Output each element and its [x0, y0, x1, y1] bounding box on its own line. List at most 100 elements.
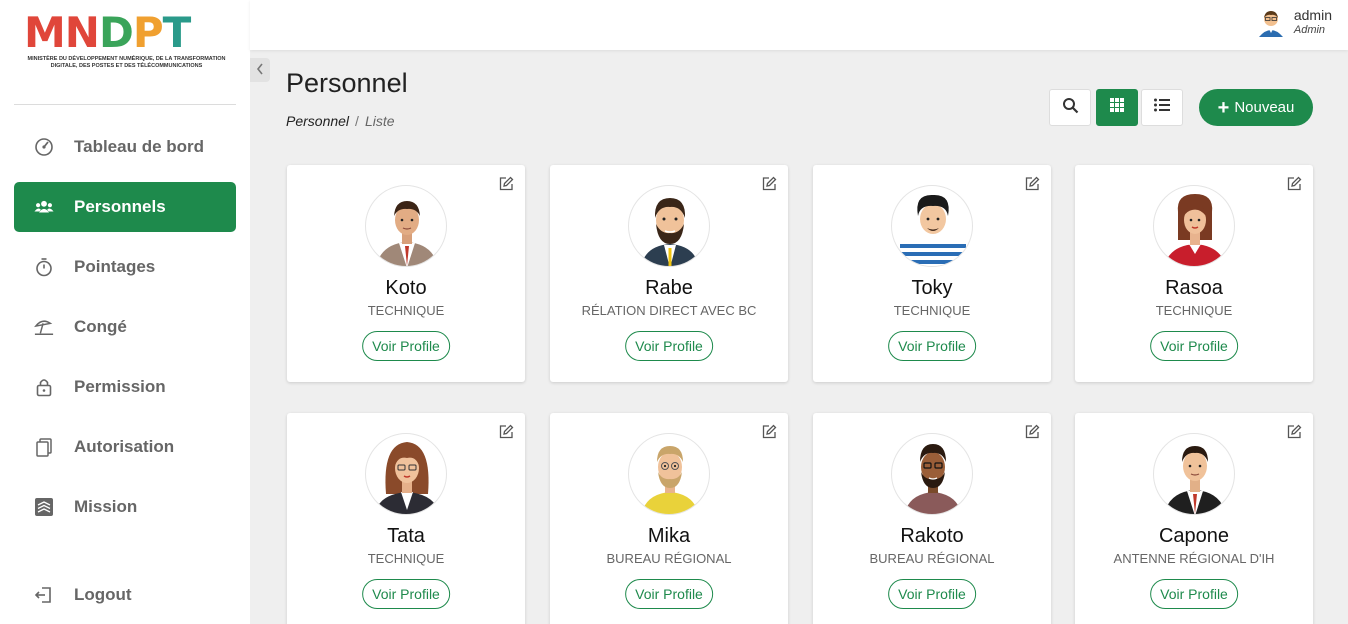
logout-section: Logout: [14, 570, 236, 624]
personnel-card: Rasoa TECHNIQUE Voir Profile: [1075, 165, 1313, 382]
logo-wordmark: MNDPT: [24, 8, 191, 57]
chevron-left-icon: [256, 63, 264, 78]
top-bar: admin Admin: [250, 0, 1348, 50]
page-title: Personnel: [286, 68, 408, 98]
breadcrumb: Personnel / Liste: [286, 113, 395, 129]
user-role: Admin: [1293, 24, 1326, 36]
sidebar-item-tableau-de-bord[interactable]: Tableau de bord: [14, 122, 236, 172]
users-icon: [34, 197, 54, 217]
sidebar-item-label: Personnels: [74, 197, 166, 216]
sidebar-item-label: Autorisation: [74, 437, 175, 456]
woman-red-avatar: [1153, 185, 1235, 267]
new-personnel-button[interactable]: + Nouveau: [1199, 89, 1313, 126]
view-profile-button[interactable]: Voir Profile: [625, 579, 713, 609]
man-suit-avatar: [365, 185, 447, 267]
personnel-card: Tata TECHNIQUE Voir Profile: [287, 413, 525, 624]
edit-icon[interactable]: [498, 176, 514, 192]
view-profile-button[interactable]: Voir Profile: [362, 331, 450, 361]
breadcrumb-current: Liste: [364, 113, 395, 129]
edit-icon[interactable]: [761, 176, 777, 192]
view-profile-button[interactable]: Voir Profile: [362, 579, 450, 609]
edit-icon[interactable]: [1024, 176, 1040, 192]
search-button[interactable]: [1049, 89, 1091, 126]
card-role: TECHNIQUE: [893, 303, 971, 318]
view-profile-button[interactable]: Voir Profile: [888, 579, 976, 609]
sidebar-divider: [14, 104, 236, 105]
sidebar-item-pointages[interactable]: Pointages: [14, 242, 236, 292]
sidebar-item-label: Congé: [74, 317, 127, 336]
edit-icon[interactable]: [761, 424, 777, 440]
card-role: TECHNIQUE: [367, 551, 445, 566]
beach-umbrella-icon: [34, 317, 54, 337]
sidebar-item-conge[interactable]: Congé: [14, 302, 236, 352]
dashboard-icon: [34, 137, 54, 157]
man-yellow-avatar: [628, 433, 710, 515]
sidebar-item-autorisation[interactable]: Autorisation: [14, 422, 236, 472]
user-avatar: [1256, 7, 1286, 37]
card-role: RÉLATION DIRECT AVEC BC: [581, 303, 757, 318]
plus-icon: +: [1217, 96, 1230, 119]
personnel-card: Toky TECHNIQUE Voir Profile: [813, 165, 1051, 382]
card-name: Koto: [385, 277, 427, 299]
card-role: TECHNIQUE: [1155, 303, 1233, 318]
search-icon: [1062, 97, 1079, 119]
card-name: Rasoa: [1165, 277, 1223, 299]
sidebar-nav: Tableau de bord Personnels Pointages Con…: [14, 122, 236, 542]
personnel-card: Koto TECHNIQUE Voir Profile: [287, 165, 525, 382]
stack-icon: [34, 497, 54, 517]
card-role: BUREAU RÉGIONAL: [869, 551, 995, 566]
personnel-card: Rabe RÉLATION DIRECT AVEC BC Voir Profil…: [550, 165, 788, 382]
list-view-button[interactable]: [1141, 89, 1183, 126]
lock-icon: [34, 377, 54, 397]
mndpt-logo[interactable]: MNDPT MINISTÈRE DU DÉVELOPPEMENT NUMÉRIQ…: [24, 12, 234, 72]
sidebar-item-label: Pointages: [74, 257, 156, 276]
sidebar-item-label: Tableau de bord: [74, 137, 205, 156]
stopwatch-icon: [34, 257, 54, 277]
sidebar-item-label: Permission: [74, 377, 166, 396]
personnel-card: Rakoto BUREAU RÉGIONAL Voir Profile: [813, 413, 1051, 624]
sidebar-collapse-button[interactable]: [250, 58, 270, 82]
card-name: Capone: [1158, 525, 1230, 547]
breadcrumb-parent[interactable]: Personnel: [286, 113, 349, 129]
view-profile-button[interactable]: Voir Profile: [888, 331, 976, 361]
card-name: Rabe: [645, 277, 693, 299]
view-profile-button[interactable]: Voir Profile: [625, 331, 713, 361]
breadcrumb-separator: /: [355, 113, 359, 129]
grid-view-button[interactable]: [1096, 89, 1138, 126]
grid-icon: [1109, 97, 1125, 118]
card-name: Tata: [387, 525, 425, 547]
view-profile-button[interactable]: Voir Profile: [1150, 579, 1238, 609]
logout-label: Logout: [74, 585, 132, 604]
edit-icon[interactable]: [498, 424, 514, 440]
personnel-card: Mika BUREAU RÉGIONAL Voir Profile: [550, 413, 788, 624]
edit-icon[interactable]: [1286, 424, 1302, 440]
view-profile-button[interactable]: Voir Profile: [1150, 331, 1238, 361]
sidebar-item-permission[interactable]: Permission: [14, 362, 236, 412]
personnel-card: Capone ANTENNE RÉGIONAL D'IH Voir Profil…: [1075, 413, 1313, 624]
user-name: admin: [1293, 7, 1332, 23]
edit-icon[interactable]: [1286, 176, 1302, 192]
sidebar: MNDPT MINISTÈRE DU DÉVELOPPEMENT NUMÉRIQ…: [0, 0, 250, 624]
card-name: Toky: [911, 277, 953, 299]
documents-icon: [34, 437, 54, 457]
user-menu[interactable]: admin Admin: [1256, 7, 1332, 37]
card-role: TECHNIQUE: [367, 303, 445, 318]
logout-button[interactable]: Logout: [14, 570, 236, 620]
sidebar-item-mission[interactable]: Mission: [14, 482, 236, 532]
card-role: ANTENNE RÉGIONAL D'IH: [1113, 551, 1275, 566]
card-name: Mika: [647, 525, 691, 547]
sidebar-item-personnels[interactable]: Personnels: [14, 182, 236, 232]
list-icon: [1153, 97, 1171, 118]
new-button-label: Nouveau: [1234, 99, 1295, 116]
logo-subtitle: MINISTÈRE DU DÉVELOPPEMENT NUMÉRIQUE, DE…: [27, 56, 226, 69]
man-striped-shirt-avatar: [891, 185, 973, 267]
man-beard-avatar: [628, 185, 710, 267]
sidebar-item-label: Mission: [74, 497, 138, 516]
woman-glasses-avatar: [365, 433, 447, 515]
edit-icon[interactable]: [1024, 424, 1040, 440]
card-role: BUREAU RÉGIONAL: [606, 551, 732, 566]
card-name: Rakoto: [900, 525, 964, 547]
man-glasses-avatar: [891, 433, 973, 515]
logout-icon: [34, 585, 54, 605]
man-tie-avatar: [1153, 433, 1235, 515]
